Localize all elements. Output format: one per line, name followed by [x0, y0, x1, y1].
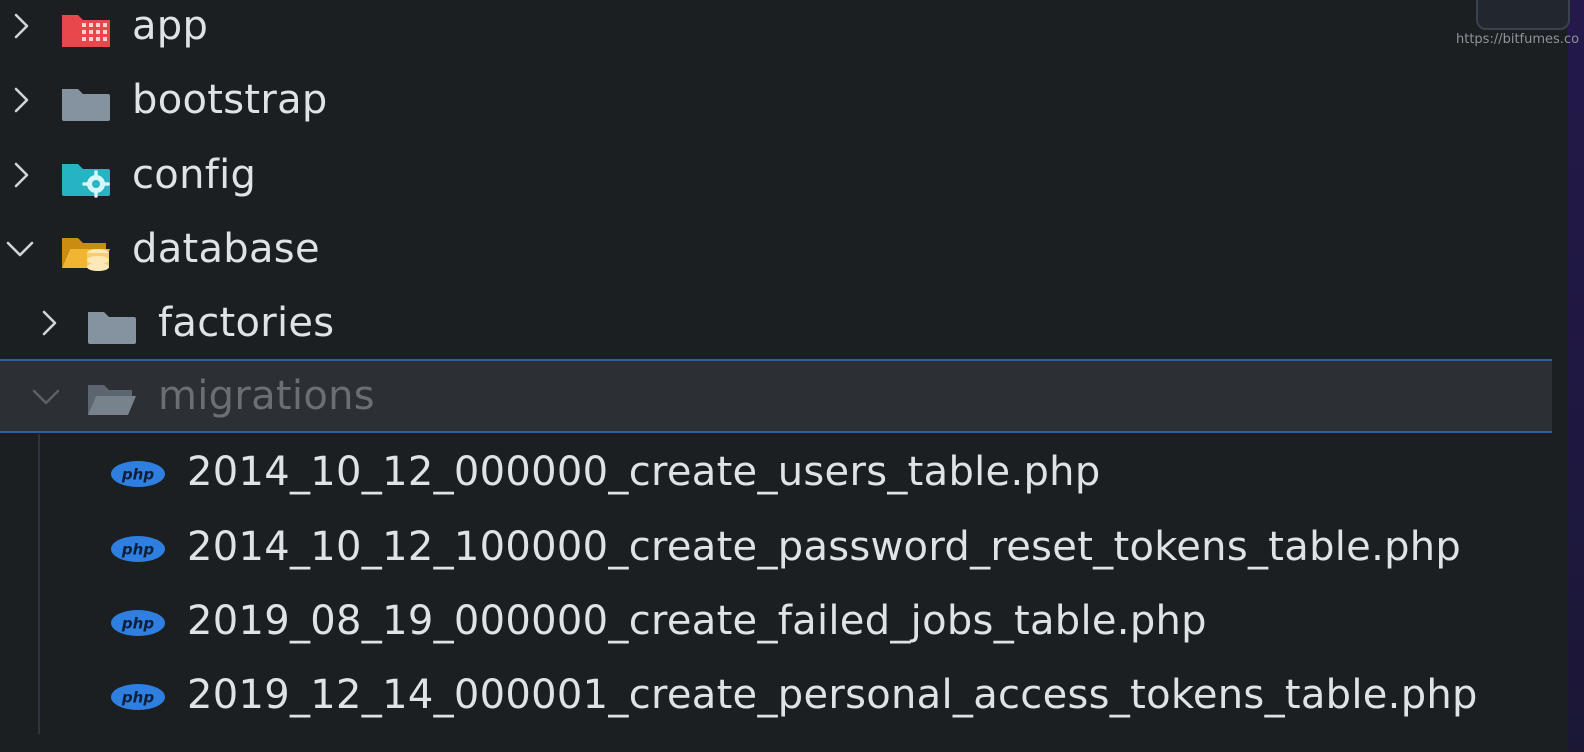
file-item-label: 2019_08_19_000000_create_failed_jobs_tab…: [187, 598, 1207, 644]
tree-item-bootstrap[interactable]: bootstrap: [0, 63, 1552, 137]
config-folder-icon: [60, 158, 112, 198]
php-file-icon: php: [110, 608, 166, 638]
file-item[interactable]: php 2014_10_12_100000_create_password_re…: [0, 510, 1552, 584]
svg-text:php: php: [121, 689, 154, 707]
chevron-right-icon[interactable]: [34, 308, 64, 338]
tree-item-label: bootstrap: [132, 77, 328, 123]
folder-open-icon: [86, 379, 138, 419]
chevron-right-icon[interactable]: [6, 11, 36, 41]
chevron-down-icon[interactable]: [4, 234, 34, 264]
file-item-label: 2019_12_14_000001_create_personal_access…: [187, 672, 1478, 718]
file-item-label: 2014_10_12_100000_create_password_reset_…: [187, 524, 1462, 570]
tree-item-label: database: [132, 226, 320, 272]
tree-item-config[interactable]: config: [0, 138, 1552, 212]
folder-icon: [60, 83, 112, 123]
tree-item-label: migrations: [158, 373, 375, 419]
tree-item-label: factories: [158, 300, 335, 346]
chevron-down-icon[interactable]: [30, 382, 60, 412]
window-edge: [1568, 0, 1584, 752]
php-file-icon: php: [110, 459, 166, 489]
tree-item-label: config: [132, 152, 257, 198]
app-folder-icon: [60, 9, 112, 49]
file-item[interactable]: php 2014_10_12_000000_create_users_table…: [0, 435, 1552, 509]
file-explorer: https://bitfumes.co app bootstrap config…: [0, 0, 1584, 752]
file-item-label: 2014_10_12_000000_create_users_table.php: [187, 449, 1101, 495]
php-file-icon: php: [110, 682, 166, 712]
svg-text:php: php: [121, 615, 154, 633]
tree-item-migrations[interactable]: migrations: [0, 359, 1552, 433]
tree-item-factories[interactable]: factories: [0, 286, 1552, 360]
svg-text:php: php: [121, 466, 154, 484]
tree-item-database[interactable]: database: [0, 212, 1552, 286]
php-file-icon: php: [110, 534, 166, 564]
chevron-right-icon[interactable]: [6, 85, 36, 115]
file-item[interactable]: php 2019_08_19_000000_create_failed_jobs…: [0, 584, 1552, 658]
database-folder-open-icon: [60, 232, 112, 272]
file-item[interactable]: php 2019_12_14_000001_create_personal_ac…: [0, 658, 1552, 732]
chevron-right-icon[interactable]: [6, 160, 36, 190]
tree-item-label: app: [132, 3, 209, 49]
folder-icon: [86, 306, 138, 346]
tree-item-app[interactable]: app: [0, 0, 1552, 63]
svg-text:php: php: [121, 541, 154, 559]
